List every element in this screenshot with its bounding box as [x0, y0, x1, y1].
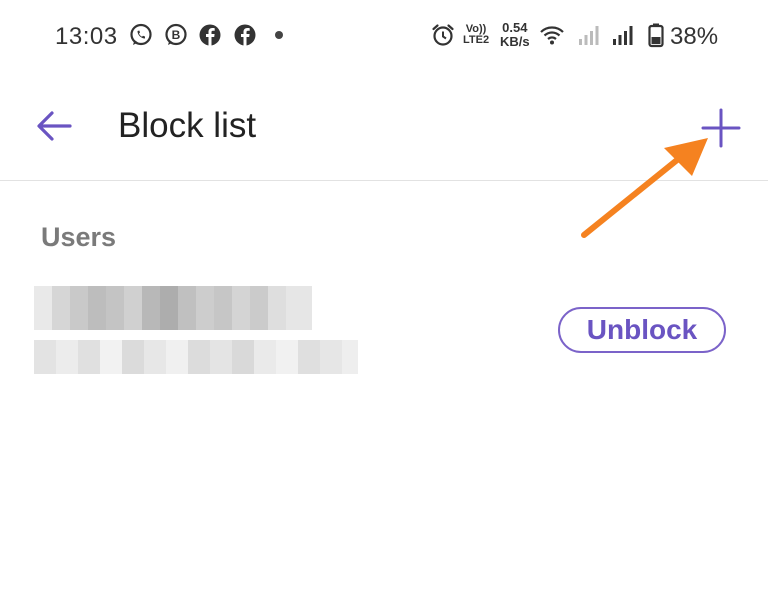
- facebook-icon: [234, 24, 256, 46]
- network-speed: 0.54 KB/s: [500, 20, 530, 49]
- wifi-icon: [540, 26, 564, 45]
- arrow-left-icon: [37, 111, 72, 141]
- facebook-icon: [199, 24, 221, 46]
- status-time: 13:03: [55, 23, 118, 50]
- redacted-user-detail: [34, 340, 358, 374]
- battery-percent: 38%: [670, 23, 719, 50]
- annotation-arrow: [581, 138, 708, 238]
- signal-icon: [613, 26, 633, 45]
- more-notifications-dot: [275, 31, 283, 39]
- alarm-icon: [432, 24, 454, 46]
- unblock-button[interactable]: Unblock: [558, 307, 726, 353]
- back-button[interactable]: [30, 104, 80, 148]
- signal-weak-icon: [579, 26, 599, 45]
- whatsapp-business-icon: B: [165, 23, 187, 46]
- status-bar: 13:03 B Vo)) LTE2 0.54 KB/s 38%: [0, 0, 768, 72]
- whatsapp-icon: [130, 23, 152, 46]
- svg-text:B: B: [172, 28, 181, 42]
- battery-icon: [648, 23, 664, 48]
- volte-indicator: Vo)) LTE2: [463, 23, 490, 46]
- section-heading-users: Users: [41, 222, 117, 252]
- redacted-user-name: [34, 286, 312, 330]
- page-title: Block list: [118, 106, 257, 145]
